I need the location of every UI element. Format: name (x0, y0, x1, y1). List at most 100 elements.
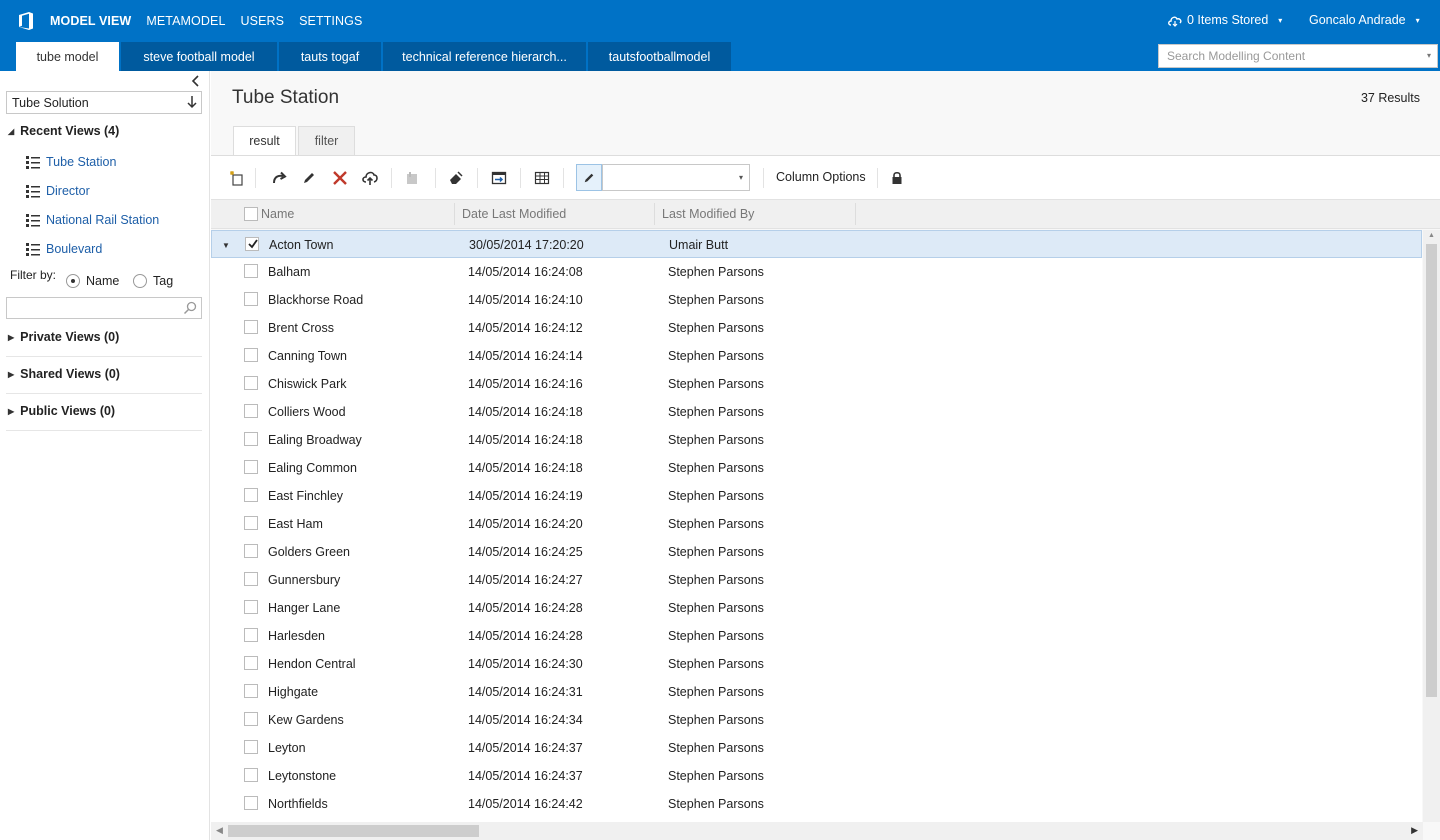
row-checkbox[interactable] (244, 740, 258, 754)
tab-tube-model[interactable]: tube model (16, 42, 119, 71)
column-header-name[interactable]: Name (261, 207, 294, 221)
row-expander-icon[interactable]: ▼ (222, 241, 230, 250)
public-views-header[interactable]: ▶ Public Views (0) (8, 404, 115, 418)
table-row[interactable]: Northfields 14/05/2014 16:24:42 Stephen Pa… (211, 790, 1422, 818)
scroll-thumb[interactable] (1426, 244, 1437, 697)
row-checkbox[interactable] (244, 684, 258, 698)
recent-view-boulevard[interactable]: Boulevard (26, 242, 102, 256)
private-views-header[interactable]: ▶ Private Views (0) (8, 330, 119, 344)
nav-settings[interactable]: SETTINGS (299, 14, 362, 28)
new-item-button[interactable] (227, 168, 247, 188)
table-row[interactable]: Canning Town 14/05/2014 16:24:14 Stephen P… (211, 342, 1422, 370)
table-row[interactable]: Ealing Common 14/05/2014 16:24:18 Stephen … (211, 454, 1422, 482)
recent-views-header[interactable]: ◢ Recent Views (4) (8, 124, 119, 138)
recent-view-director[interactable]: Director (26, 184, 90, 198)
table-row[interactable]: Blackhorse Road 14/05/2014 16:24:10 Stephe… (211, 286, 1422, 314)
row-checkbox[interactable] (244, 628, 258, 642)
edit-mode-toggle[interactable] (576, 164, 602, 191)
table-row[interactable]: Gunnersbury 14/05/2014 16:24:27 Stephen Pa… (211, 566, 1422, 594)
view-filter-input[interactable] (6, 297, 202, 319)
delete-button[interactable] (330, 168, 350, 188)
table-row[interactable]: Brent Cross 14/05/2014 16:24:12 Stephen Pa… (211, 314, 1422, 342)
row-checkbox[interactable] (244, 516, 258, 530)
row-checkbox[interactable] (244, 712, 258, 726)
row-checkbox[interactable] (244, 432, 258, 446)
column-header-date[interactable]: Date Last Modified (462, 207, 566, 221)
tab-tauts-togaf[interactable]: tauts togaf (279, 42, 381, 71)
nav-metamodel[interactable]: METAMODEL (146, 14, 225, 28)
table-row[interactable]: Leytonstone 14/05/2014 16:24:37 Stephen Pa… (211, 762, 1422, 790)
table-row[interactable]: Ealing Broadway 14/05/2014 16:24:18 Stephe… (211, 426, 1422, 454)
scroll-left-icon[interactable]: ◀ (216, 825, 223, 836)
table-view-button[interactable] (532, 168, 552, 188)
upload-button[interactable] (360, 168, 380, 188)
row-checkbox[interactable] (244, 460, 258, 474)
row-checkbox[interactable] (244, 796, 258, 810)
table-row[interactable]: Harlesden 14/05/2014 16:24:28 Stephen Pars… (211, 622, 1422, 650)
row-checkbox[interactable] (244, 264, 258, 278)
table-row[interactable]: Highgate 14/05/2014 16:24:31 Stephen Parso… (211, 678, 1422, 706)
row-checkbox[interactable] (244, 600, 258, 614)
table-row[interactable]: Hendon Central 14/05/2014 16:24:30 Stephen… (211, 650, 1422, 678)
horizontal-scrollbar[interactable]: ◀ ▶ (211, 822, 1423, 840)
row-checkbox[interactable] (244, 572, 258, 586)
nav-users[interactable]: USERS (241, 14, 285, 28)
row-checkbox[interactable] (244, 348, 258, 362)
column-separator[interactable] (855, 203, 856, 225)
tab-technical-reference[interactable]: technical reference hierarch... (383, 42, 586, 71)
user-menu[interactable]: Goncalo Andrade ▾ (1309, 13, 1420, 27)
row-checkbox[interactable] (244, 376, 258, 390)
column-separator[interactable] (654, 203, 655, 225)
table-row[interactable]: ▼ Acton Town 30/05/2014 17:20:20 Umair Butt (211, 230, 1422, 258)
recent-view-tube-station[interactable]: Tube Station (26, 155, 116, 169)
table-row[interactable]: Balham 14/05/2014 16:24:08 Stephen Parsons (211, 258, 1422, 286)
row-checkbox[interactable] (244, 320, 258, 334)
save-button[interactable] (402, 168, 422, 188)
scroll-right-icon[interactable]: ▶ (1411, 825, 1418, 836)
select-all-checkbox[interactable] (244, 207, 258, 221)
table-row[interactable]: East Finchley 14/05/2014 16:24:19 Stephen … (211, 482, 1422, 510)
row-checkbox[interactable] (244, 404, 258, 418)
search-icon[interactable] (183, 301, 197, 315)
filter-radio-name[interactable]: Name (66, 274, 119, 288)
solution-select[interactable]: Tube Solution (6, 91, 202, 114)
tab-filter[interactable]: filter (298, 126, 355, 155)
vertical-scrollbar[interactable]: ▲ (1423, 230, 1440, 822)
recent-view-national-rail-station[interactable]: National Rail Station (26, 213, 159, 227)
filter-radio-tag[interactable]: Tag (133, 274, 173, 288)
column-header-modified-by[interactable]: Last Modified By (662, 207, 754, 221)
row-checkbox[interactable] (244, 292, 258, 306)
table-row[interactable]: Colliers Wood 14/05/2014 16:24:18 Stephen … (211, 398, 1422, 426)
lock-button[interactable] (887, 168, 907, 188)
column-separator[interactable] (454, 203, 455, 225)
office-logo-icon[interactable] (18, 11, 36, 31)
chevron-down-icon[interactable]: ▾ (1427, 51, 1431, 60)
scroll-thumb[interactable] (228, 825, 479, 837)
nav-model-view[interactable]: MODEL VIEW (50, 14, 131, 28)
row-checkbox[interactable] (245, 237, 259, 251)
shared-views-header[interactable]: ▶ Shared Views (0) (8, 367, 120, 381)
table-row[interactable]: Leyton 14/05/2014 16:24:37 Stephen Parsons (211, 734, 1422, 762)
clear-button[interactable] (446, 168, 466, 188)
scroll-up-icon[interactable]: ▲ (1428, 232, 1435, 239)
table-row[interactable]: Chiswick Park 14/05/2014 16:24:16 Stephen … (211, 370, 1422, 398)
chevron-left-icon[interactable] (191, 75, 201, 87)
redo-button[interactable] (269, 168, 289, 188)
items-stored-menu[interactable]: 0 Items Stored ▾ (1167, 13, 1282, 27)
row-checkbox[interactable] (244, 656, 258, 670)
edit-button[interactable] (299, 168, 319, 188)
table-row[interactable]: Golders Green 14/05/2014 16:24:25 Stephen … (211, 538, 1422, 566)
table-row[interactable]: Hanger Lane 14/05/2014 16:24:28 Stephen Pa… (211, 594, 1422, 622)
edit-mode-select[interactable]: ▾ (602, 164, 750, 191)
export-button[interactable] (489, 168, 509, 188)
tab-result[interactable]: result (233, 126, 296, 155)
tab-steve-football-model[interactable]: steve football model (121, 42, 277, 71)
table-row[interactable]: East Ham 14/05/2014 16:24:20 Stephen Parso… (211, 510, 1422, 538)
search-input[interactable]: Search Modelling Content ▾ (1158, 44, 1438, 68)
column-options-button[interactable]: Column Options (776, 170, 866, 184)
row-checkbox[interactable] (244, 544, 258, 558)
table-row[interactable]: Kew Gardens 14/05/2014 16:24:34 Stephen Pa… (211, 706, 1422, 734)
tab-tautsfootballmodel[interactable]: tautsfootballmodel (588, 42, 731, 71)
row-checkbox[interactable] (244, 488, 258, 502)
row-checkbox[interactable] (244, 768, 258, 782)
